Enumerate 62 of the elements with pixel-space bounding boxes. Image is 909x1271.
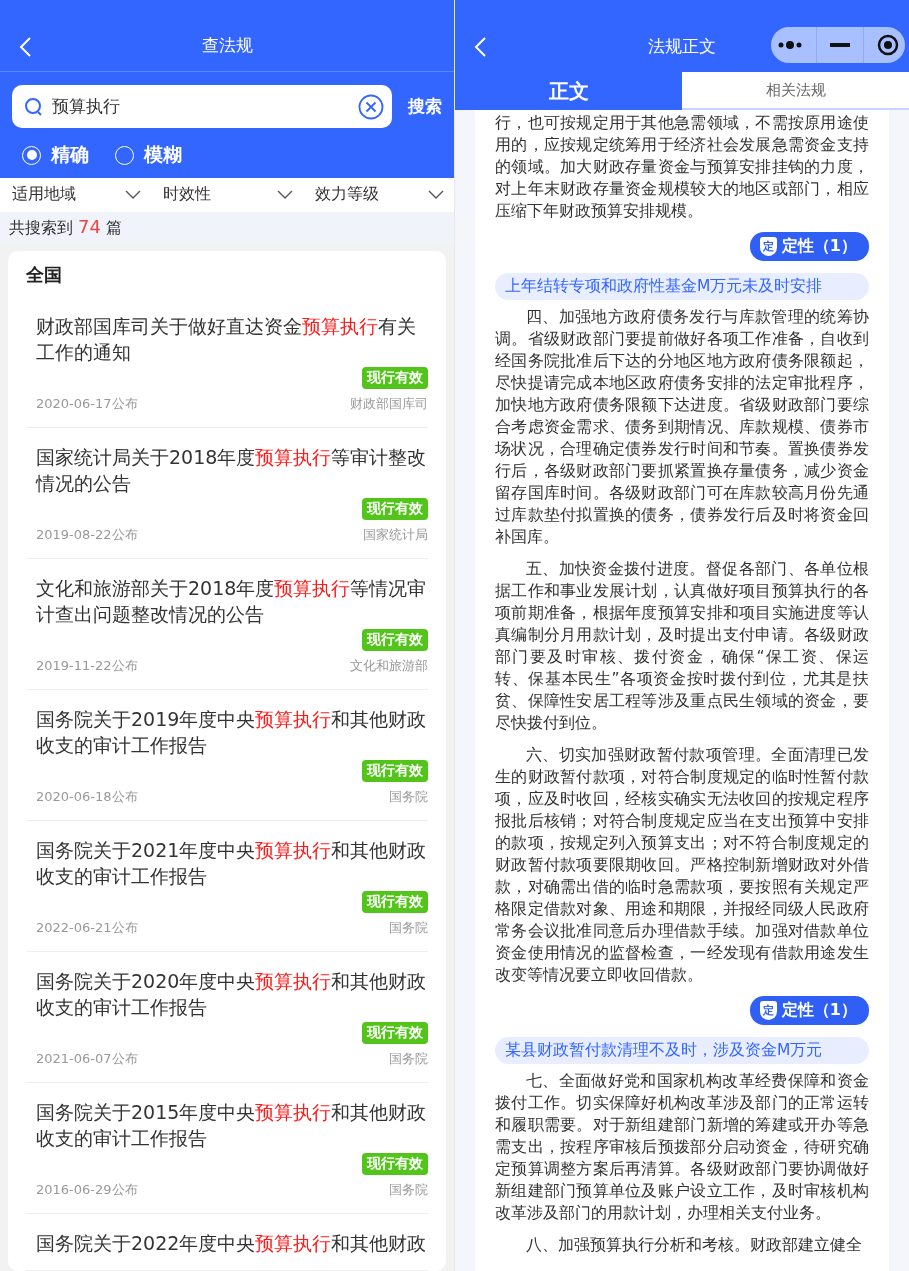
- issue-heading[interactable]: 上年结转专项和政府性基金M万元未及时安排: [495, 273, 869, 300]
- result-title[interactable]: 国务院关于2015年度中央预算执行和其他财政收支的审计工作报告: [36, 1099, 428, 1151]
- result-title[interactable]: 国家统计局关于2018年度预算执行等审计整改情况的公告: [36, 444, 428, 496]
- publish-date: 2021-06-07公布: [36, 1050, 138, 1068]
- clear-icon[interactable]: [358, 93, 384, 120]
- publish-date: 2020-06-17公布: [36, 395, 138, 413]
- chevron-down-icon[interactable]: [276, 189, 293, 200]
- group-heading: 全国: [26, 263, 63, 287]
- status-badge: 现行有效: [362, 760, 428, 782]
- filter-label[interactable]: 时效性: [163, 184, 212, 206]
- filter-label[interactable]: 效力等级: [314, 184, 379, 206]
- filter-label[interactable]: 适用地域: [12, 184, 76, 206]
- issue-heading[interactable]: 某县财政暂付款清理不及时，涉及资金M万元: [495, 1037, 869, 1064]
- result-title[interactable]: 国务院关于2019年度中央预算执行和其他财政收支的审计工作报告: [36, 706, 428, 758]
- status-badge: 现行有效: [362, 1022, 428, 1044]
- mode-label[interactable]: 模糊: [144, 142, 182, 168]
- article-paragraph: 四、加强地方政府债务发行与库款管理的统筹协调。省级财政部门要提前做好各项工作准备，自收到经国务院批准后下达的分地区地方政府债务限额起，尽快提请完成本地区政府债务安排的法定审批程序，加快地方政府债务限额下达进度。省级财政部门要综合考虑资金需求、债务到期情况、库款规模、债券市场状况，合理确定债券发行时间和节奏。置换债券发行后，各级财政部门要抓紧置换存量债务，减少资金留存国库时间。各级财政部门可在库款较高月份先通过库款垫付拟置换的债务，债券发行后及时将资金回补国库。: [495, 307, 869, 548]
- status-badge: 现行有效: [362, 367, 428, 389]
- chevron-down-icon[interactable]: [125, 189, 142, 200]
- status-badge: 现行有效: [362, 891, 428, 913]
- issuer: 国务院: [389, 1050, 428, 1068]
- publish-date: 2019-11-22公布: [36, 657, 138, 675]
- page-title: 查法规: [201, 34, 253, 57]
- issuer: 文化和旅游部: [350, 657, 428, 675]
- search-button[interactable]: 搜索: [408, 95, 442, 118]
- issuer: 财政部国库司: [350, 395, 428, 413]
- article-paragraph: 八、加强预算执行分析和考核。财政部建立健全: [525, 1235, 863, 1256]
- tab[interactable]: 相关法规: [682, 72, 909, 110]
- result-title[interactable]: 国务院关于2020年度中央预算执行和其他财政收支的审计工作报告: [36, 968, 428, 1020]
- issuer: 国务院: [389, 919, 428, 937]
- publish-date: 2022-06-21公布: [36, 919, 138, 937]
- page-title: 法规正文: [648, 34, 716, 58]
- article-paragraph: 七、全面做好党和国家机构改革经费保障和资金拨付工作。切实保障好机构改革涉及部门的正常运转和履职需要。对于新组建部门新增的筹建或开办等急需支出，按程序审核后预拨部分启动资金，待研究确定预算调整方案后再清算。各级财政部门要协调做好新组建部门预算单位及账户设立工作，及时审核机构改革涉及部门的用款计划，办理相关支付业务。: [495, 1071, 869, 1224]
- publish-date: 2016-06-29公布: [36, 1181, 138, 1199]
- status-badge: 现行有效: [362, 629, 428, 651]
- more-icon[interactable]: [777, 40, 804, 50]
- publish-date: 2020-06-18公布: [36, 788, 138, 806]
- article-paragraph: 行，也可按规定用于其他急需领域，不需按原用途使用的，应按规定统筹用于经济社会发展急需资金支持的领域。加大财政存量资金与预算安排挂钩的力度，对上年末财政存量资金规模较大的地区或部门，相应压缩下年财政预算安排规模。: [495, 113, 869, 222]
- issuer: 国务院: [389, 1181, 428, 1199]
- close-icon[interactable]: [876, 34, 899, 56]
- result-count: 共搜索到 74 篇: [9, 215, 123, 239]
- status-badge: 现行有效: [362, 498, 428, 520]
- publish-date: 2019-08-22公布: [36, 526, 138, 544]
- result-title[interactable]: 国务院关于2021年度中央预算执行和其他财政收支的审计工作报告: [36, 837, 428, 889]
- mode-label[interactable]: 精确: [51, 142, 89, 168]
- shield-icon: 定: [759, 1001, 777, 1020]
- issuer: 国家统计局: [363, 526, 428, 544]
- status-badge: 现行有效: [362, 1153, 428, 1175]
- article-paragraph: 六、切实加强财政暂付款项管理。全面清理已发生的财政暂付款项，对符合制度规定的临时性暂付款项，应及时收回，经核实确实无法收回的按规定程序报批后核销；对符合制度规定应当在支出预算中安排的款项，按规定列入预算支出；对不符合制度规定的财政暂付款项要限期收回。严格控制新增财政对外借款，对确需出借的临时急需款项，要按照有关规定严格限定借款对象、用途和期限，并报经同级人民政府常务会议批准同意后办理借款手续。加强对借款单位资金使用情况的监督检查，一经发现有借款用途发生改变等情况要立即收回借款。: [495, 745, 869, 986]
- qualification-tag[interactable]: 定 定性（1）: [749, 996, 869, 1025]
- result-title[interactable]: 文化和旅游部关于2018年度预算执行等情况审计查出问题整改情况的公告: [36, 575, 428, 627]
- qualification-tag[interactable]: 定 定性（1）: [749, 232, 869, 261]
- shield-icon: 定: [759, 237, 777, 256]
- search-field[interactable]: 预算执行: [12, 85, 392, 128]
- result-title[interactable]: 国务院关于2022年度中央预算执行和其他财政: [36, 1230, 428, 1256]
- chevron-down-icon[interactable]: [428, 189, 444, 200]
- issuer: 国务院: [389, 788, 428, 806]
- result-title[interactable]: 财政部国库司关于做好直达资金预算执行有关工作的通知: [36, 313, 428, 365]
- article-paragraph: 五、加快资金拨付进度。督促各部门、各单位根据工作和事业发展计划，认真做好项目预算执行的各项前期准备，根据年度预算安排和项目实施进度等认真编制分月用款计划，及时提出支付申请。各级财政部门要及时审核、拨付资金，确保“保工资、保运转、保基本民生”各项资金按时拨付到位，尤其是扶贫、保障性安居工程等涉及重点民生领域的资金，要尽快拨付到位。: [495, 559, 869, 734]
- back-icon[interactable]: [18, 36, 32, 58]
- back-icon[interactable]: [473, 36, 487, 58]
- search-icon: [24, 96, 44, 117]
